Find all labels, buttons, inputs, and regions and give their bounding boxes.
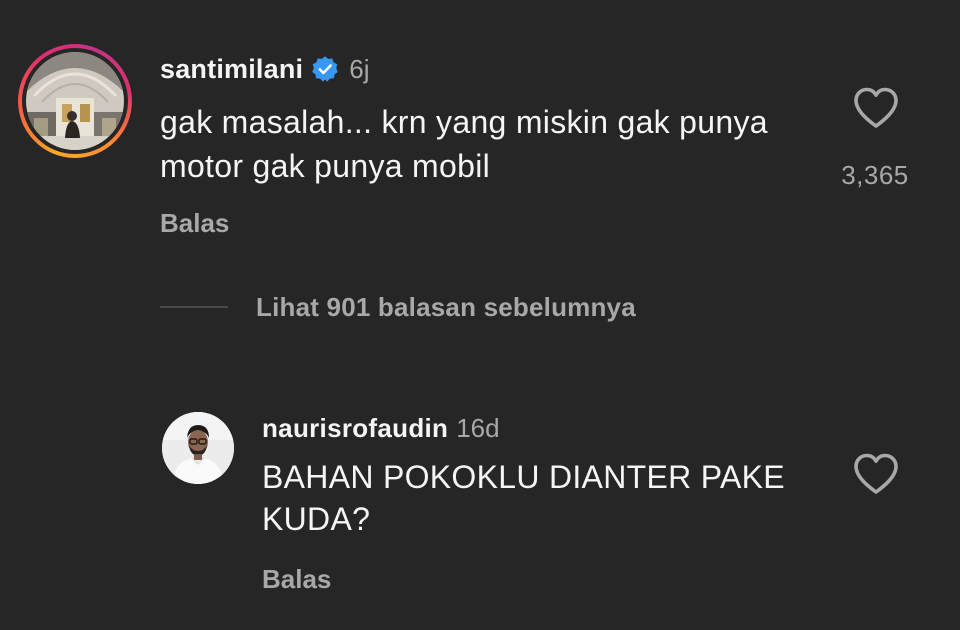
comment-text: gak masalah... krn yang miskin gak punya… [160, 104, 768, 184]
reply-header: naurisrofaudin 16d [262, 412, 500, 444]
avatar[interactable] [26, 52, 124, 150]
story-ring[interactable] [18, 44, 132, 158]
view-previous-replies-label: Lihat 901 balasan sebelumnya [256, 291, 636, 322]
like-count: 3,365 [841, 160, 909, 190]
comment-thread: santimilani 6j gak masalah... krn yang m… [0, 0, 960, 630]
view-previous-replies-button[interactable]: Lihat 901 balasan sebelumnya [160, 290, 636, 324]
reply-avatar[interactable] [162, 412, 234, 484]
heart-outline-icon[interactable] [852, 86, 900, 135]
reply-text: BAHAN POKOKLU DIANTER PAKE KUDA? [262, 459, 785, 537]
comment-username[interactable]: santimilani [160, 54, 303, 85]
reply-timestamp: 16d [456, 412, 500, 443]
divider [160, 306, 228, 308]
verified-badge-icon [311, 55, 339, 83]
reply-reply-button[interactable]: Balas [262, 564, 331, 595]
comment-timestamp: 6j [349, 53, 370, 84]
reply-username[interactable]: naurisrofaudin [262, 413, 448, 444]
heart-outline-icon[interactable] [852, 452, 900, 501]
comment-header: santimilani 6j [160, 52, 370, 86]
reply-button[interactable]: Balas [160, 208, 229, 239]
